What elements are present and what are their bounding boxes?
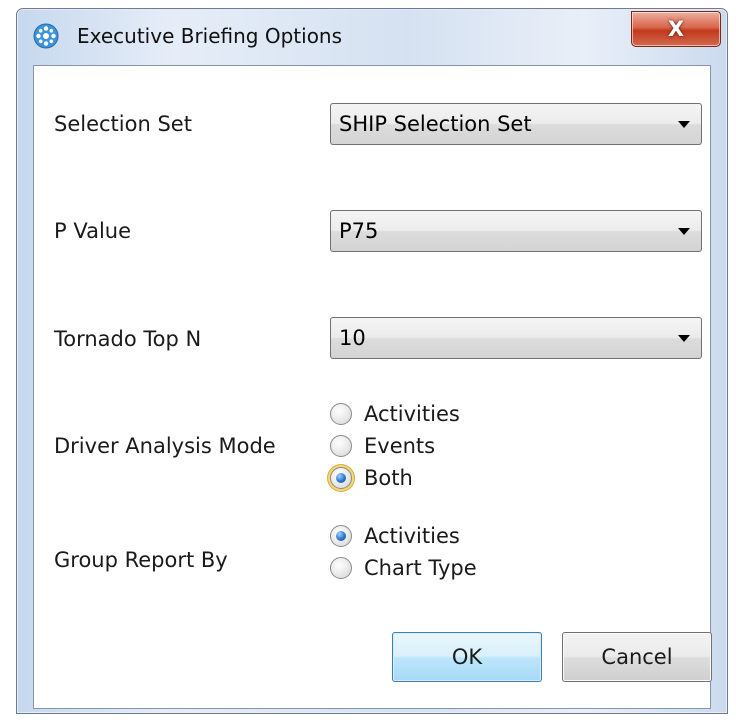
radio-label: Activities: [364, 402, 460, 426]
dialog-window: Executive Briefing Options X Selection S…: [16, 8, 728, 714]
radio-label: Activities: [364, 524, 460, 548]
window-title: Executive Briefing Options: [77, 24, 343, 48]
cancel-button[interactable]: Cancel: [562, 632, 712, 682]
selection-set-value: SHIP Selection Set: [339, 112, 532, 136]
radio-button-selected[interactable]: [330, 467, 352, 489]
radio-button[interactable]: [330, 435, 352, 457]
driver-mode-radio-activities[interactable]: Activities: [330, 399, 460, 429]
dialog-body: Selection Set SHIP Selection Set P Value…: [33, 65, 712, 709]
group-report-radio-activities[interactable]: Activities: [330, 521, 460, 551]
radio-button[interactable]: [330, 403, 352, 425]
radio-dot: [336, 531, 346, 541]
app-icon: [33, 23, 59, 49]
tornado-top-n-dropdown[interactable]: 10: [330, 317, 702, 359]
group-report-radio-chart-type[interactable]: Chart Type: [330, 553, 477, 583]
close-icon: X: [667, 16, 685, 41]
driver-mode-radio-events[interactable]: Events: [330, 431, 435, 461]
driver-analysis-mode-label: Driver Analysis Mode: [54, 434, 276, 458]
selection-set-label: Selection Set: [54, 112, 192, 136]
radio-label: Chart Type: [364, 556, 477, 580]
p-value-label: P Value: [54, 219, 132, 243]
title-bar[interactable]: Executive Briefing Options X: [17, 9, 727, 65]
p-value-value: P75: [339, 219, 379, 243]
selection-set-dropdown[interactable]: SHIP Selection Set: [330, 103, 702, 145]
radio-label: Events: [364, 434, 436, 458]
tornado-top-n-label: Tornado Top N: [54, 327, 202, 351]
ok-button[interactable]: OK: [392, 632, 542, 682]
radio-button[interactable]: [330, 557, 352, 579]
chevron-down-icon: [678, 121, 690, 128]
group-report-by-label: Group Report By: [54, 548, 228, 572]
driver-mode-radio-both[interactable]: Both: [330, 463, 413, 493]
chevron-down-icon: [678, 335, 690, 342]
chevron-down-icon: [678, 228, 690, 235]
tornado-top-n-value: 10: [339, 326, 366, 350]
radio-dot: [336, 473, 346, 483]
p-value-dropdown[interactable]: P75: [330, 210, 702, 252]
close-button[interactable]: X: [631, 11, 721, 47]
radio-button-selected[interactable]: [330, 525, 352, 547]
radio-label: Both: [364, 466, 413, 490]
